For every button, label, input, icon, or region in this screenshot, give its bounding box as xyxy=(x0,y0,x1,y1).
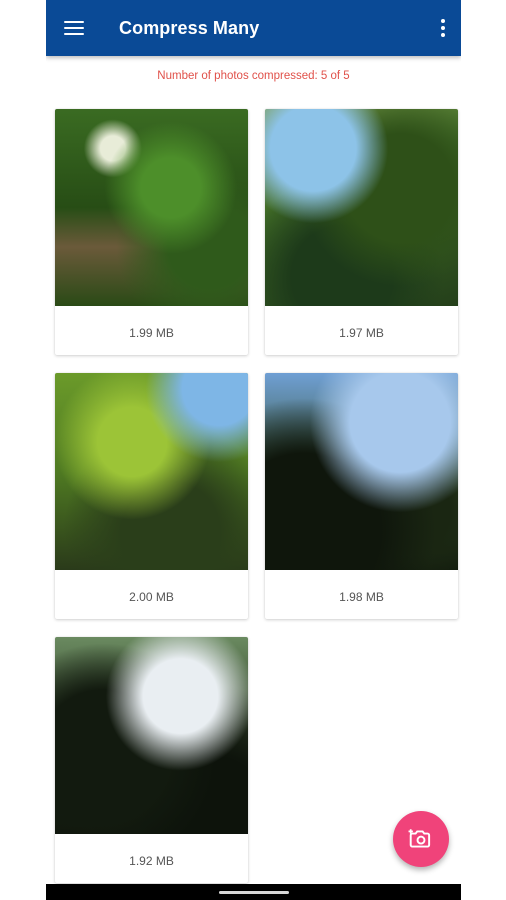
photo-thumbnail[interactable] xyxy=(55,637,248,834)
photo-file-size: 2.00 MB xyxy=(129,590,174,604)
home-gesture-handle[interactable] xyxy=(219,891,289,894)
compression-status-text: Number of photos compressed: 5 of 5 xyxy=(157,70,350,82)
photo-thumbnail[interactable] xyxy=(265,109,458,306)
add-photo-fab-button[interactable] xyxy=(393,811,449,867)
photo-file-size: 1.98 MB xyxy=(339,590,384,604)
app-screen: Compress Many Number of photos compresse… xyxy=(46,0,461,900)
photo-card[interactable]: 1.92 MB xyxy=(55,637,248,883)
hamburger-menu-icon xyxy=(64,21,84,35)
photo-file-size: 1.92 MB xyxy=(129,854,174,868)
photo-thumbnail[interactable] xyxy=(265,373,458,570)
system-navigation-bar xyxy=(46,884,461,900)
photo-card[interactable]: 1.97 MB xyxy=(265,109,458,355)
photo-card[interactable]: 1.99 MB xyxy=(55,109,248,355)
add-photo-camera-icon xyxy=(408,829,431,848)
photo-file-size: 1.97 MB xyxy=(339,326,384,340)
app-bar: Compress Many xyxy=(46,0,461,56)
menu-button[interactable] xyxy=(46,0,102,56)
photo-thumbnail[interactable] xyxy=(55,373,248,570)
more-vert-icon[interactable] xyxy=(433,14,453,42)
photo-thumbnail[interactable] xyxy=(55,109,248,306)
photo-file-size: 1.99 MB xyxy=(129,326,174,340)
photo-card[interactable]: 2.00 MB xyxy=(55,373,248,619)
photo-card[interactable]: 1.98 MB xyxy=(265,373,458,619)
page-title: Compress Many xyxy=(119,18,260,38)
